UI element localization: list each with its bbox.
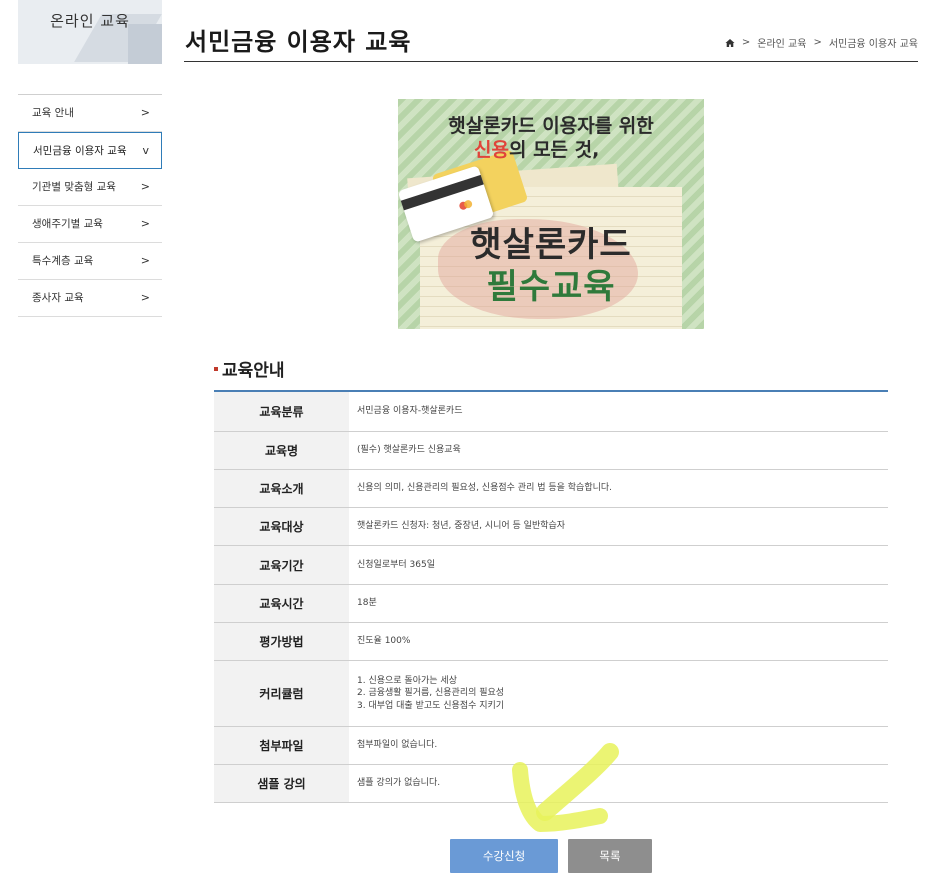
row-label: 교육명 [214, 432, 349, 469]
value-line: 2. 금융생활 필거름, 신용관리의 필요성 [357, 688, 505, 699]
table-row: 첨부파일 첨부파일이 없습니다. [214, 727, 888, 765]
header-divider [184, 61, 918, 62]
row-value: 18분 [349, 585, 888, 622]
chevron-right-icon: > [140, 180, 150, 193]
table-row: 샘플 강의 샘플 강의가 없습니다. [214, 765, 888, 803]
sidebar-item-special-education[interactable]: 특수계층 교육 > [18, 243, 162, 280]
row-value: (필수) 햇살론카드 신용교육 [349, 432, 888, 469]
value-line: 18분 [357, 598, 377, 609]
banner-big-subtitle: 필수교육 [486, 267, 616, 307]
sidebar-item-label: 종사자 교육 [32, 292, 84, 304]
row-value: 햇살론카드 신청자: 청년, 중장년, 시니어 등 일반학습자 [349, 508, 888, 545]
value-line: 3. 대부업 대출 받고도 신용점수 지키기 [357, 700, 505, 711]
chevron-right-icon: > [140, 217, 150, 230]
sidebar-item-label: 생애주기별 교육 [32, 218, 103, 230]
chevron-right-icon: > [140, 254, 150, 267]
home-icon[interactable] [725, 38, 735, 48]
breadcrumb: > 온라인 교육 > 서민금융 이용자 교육 [725, 35, 918, 50]
breadcrumb-separator: > [813, 37, 822, 48]
value-line: (필수) 햇살론카드 신용교육 [357, 445, 461, 456]
sidebar-item-label: 기관별 맞춤형 교육 [32, 181, 116, 193]
breadcrumb-separator: > [741, 37, 751, 48]
row-value: 서민금융 이용자-햇살론카드 [349, 392, 888, 431]
bullet-icon [214, 366, 218, 371]
course-banner: 햇살론카드 이용자를 위한 신용의 모든 것, 햇살론카드 필수교육 [398, 99, 704, 329]
list-button[interactable]: 목록 [568, 839, 652, 873]
sidebar-item-education-guide[interactable]: 교육 안내 > [18, 95, 162, 132]
value-line: 햇살론카드 신청자: 청년, 중장년, 시니어 등 일반학습자 [357, 521, 566, 532]
banner-highlight-word: 신용 [474, 139, 509, 161]
value-line: 서민금융 이용자-햇살론카드 [357, 406, 463, 417]
sidebar-header: 온라인 교육 [18, 0, 162, 64]
chevron-right-icon: > [140, 291, 150, 304]
row-label: 커리큘럼 [214, 661, 349, 726]
sidebar-item-institution-education[interactable]: 기관별 맞춤형 교육 > [18, 169, 162, 206]
sidebar-menu: 교육 안내 > 서민금융 이용자 교육 v 기관별 맞춤형 교육 > 생애주기별… [18, 94, 162, 317]
sidebar-title: 온라인 교육 [50, 12, 130, 30]
section-title: 교육안내 [214, 356, 285, 381]
sidebar-item-staff-education[interactable]: 종사자 교육 > [18, 280, 162, 317]
sidebar-item-label: 서민금융 이용자 교육 [33, 145, 127, 157]
value-line: 진도율 100% [357, 636, 411, 647]
table-row: 교육시간 18분 [214, 585, 888, 623]
table-row: 커리큘럼 1. 신용으로 돌아가는 세상 2. 금융생활 필거름, 신용관리의 … [214, 661, 888, 727]
sidebar-item-lifecycle-education[interactable]: 생애주기별 교육 > [18, 206, 162, 243]
banner-line2: 신용의 모든 것, [474, 135, 704, 162]
table-row: 교육대상 햇살론카드 신청자: 청년, 중장년, 시니어 등 일반학습자 [214, 508, 888, 546]
table-row: 평가방법 진도율 100% [214, 623, 888, 661]
row-label: 교육시간 [214, 585, 349, 622]
page-title: 서민금융 이용자 교육 [185, 28, 412, 56]
sidebar-item-label: 교육 안내 [32, 107, 74, 119]
row-value: 진도율 100% [349, 623, 888, 660]
sidebar-item-label: 특수계층 교육 [32, 255, 94, 267]
value-line: 신용의 의미, 신용관리의 필요성, 신용점수 관리 법 등을 학습합니다. [357, 483, 613, 494]
breadcrumb-online-education[interactable]: 온라인 교육 [757, 35, 806, 50]
row-value: 샘플 강의가 없습니다. [349, 765, 888, 802]
banner-line1: 햇살론카드 이용자를 위한 [448, 115, 654, 137]
table-row: 교육기간 신청일로부터 365일 [214, 546, 888, 585]
row-value: 첨부파일이 없습니다. [349, 727, 888, 764]
row-label: 샘플 강의 [214, 765, 349, 802]
table-row: 교육명 (필수) 햇살론카드 신용교육 [214, 432, 888, 470]
section-title-text: 교육안내 [222, 361, 285, 381]
table-row: 교육분류 서민금융 이용자-햇살론카드 [214, 392, 888, 432]
table-row: 교육소개 신용의 의미, 신용관리의 필요성, 신용점수 관리 법 등을 학습합… [214, 470, 888, 508]
row-label: 교육대상 [214, 508, 349, 545]
row-value: 1. 신용으로 돌아가는 세상 2. 금융생활 필거름, 신용관리의 필요성 3… [349, 661, 888, 726]
row-label: 평가방법 [214, 623, 349, 660]
row-label: 첨부파일 [214, 727, 349, 764]
chevron-down-icon: v [142, 144, 149, 157]
chevron-right-icon: > [140, 106, 150, 119]
sidebar-item-user-education[interactable]: 서민금융 이용자 교육 v [18, 132, 162, 169]
apply-button[interactable]: 수강신청 [450, 839, 558, 873]
row-value: 신용의 의미, 신용관리의 필요성, 신용점수 관리 법 등을 학습합니다. [349, 470, 888, 507]
row-value: 신청일로부터 365일 [349, 546, 888, 584]
row-label: 교육기간 [214, 546, 349, 584]
value-line: 첨부파일이 없습니다. [357, 740, 438, 751]
info-table: 교육분류 서민금융 이용자-햇살론카드 교육명 (필수) 햇살론카드 신용교육 … [214, 390, 888, 803]
value-line: 샘플 강의가 없습니다. [357, 778, 441, 789]
value-line: 신청일로부터 365일 [357, 559, 435, 570]
banner-line2-rest: 의 모든 것, [508, 139, 600, 161]
breadcrumb-current: 서민금융 이용자 교육 [828, 39, 918, 50]
row-label: 교육소개 [214, 470, 349, 507]
row-label: 교육분류 [214, 392, 349, 431]
value-line: 1. 신용으로 돌아가는 세상 [357, 675, 457, 686]
